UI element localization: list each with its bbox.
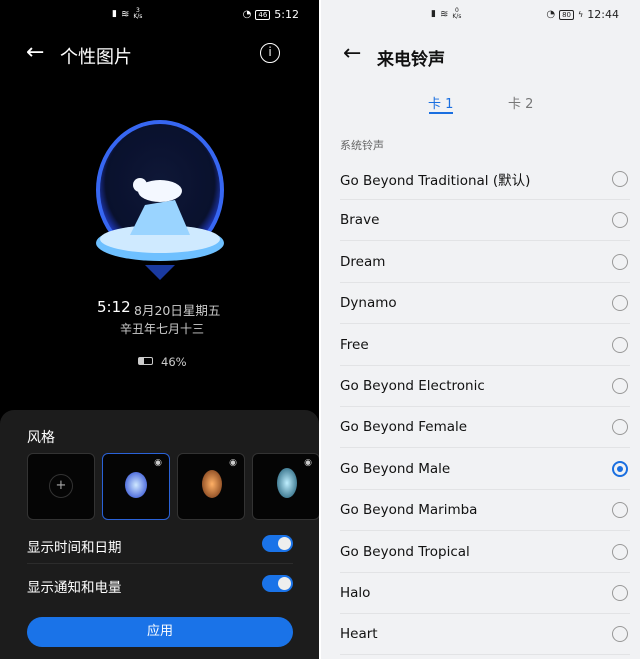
ringtone-item[interactable]: Go Beyond Marimba bbox=[340, 490, 630, 532]
charging-icon: ϟ bbox=[578, 10, 584, 19]
wifi-icon: ≋ bbox=[120, 8, 130, 20]
toggle-label-time-date: 显示时间和日期 bbox=[27, 540, 122, 556]
tab-sim-2[interactable]: 卡 2 bbox=[508, 93, 533, 112]
ringtone-item[interactable]: Go Beyond Electronic bbox=[340, 366, 630, 407]
ringtone-label: Brave bbox=[340, 212, 380, 229]
toggle-label-notification-battery: 显示通知和电量 bbox=[27, 580, 122, 596]
bluetooth-icon: ▮ bbox=[112, 9, 117, 19]
ringtone-item[interactable]: Go Beyond Tropical bbox=[340, 532, 630, 573]
preview-lunar-date: 辛丑年七月十三 bbox=[120, 322, 205, 336]
preview-battery-icon bbox=[138, 357, 153, 365]
plus-icon: + bbox=[49, 474, 73, 498]
ringtone-label: Go Beyond Traditional (默认) bbox=[340, 173, 531, 189]
page-title: 来电铃声 bbox=[377, 50, 445, 70]
style-label: 风格 bbox=[27, 430, 55, 446]
ringtone-item[interactable]: Halo bbox=[340, 573, 630, 614]
toggle-time-date[interactable] bbox=[262, 535, 293, 552]
status-right: ◔ 80 ϟ 12:44 bbox=[546, 8, 619, 21]
ringtone-item[interactable]: Free bbox=[340, 325, 630, 366]
ringtone-item[interactable]: Dynamo bbox=[340, 283, 630, 325]
ringtone-label: Heart bbox=[340, 626, 378, 643]
ringtone-label: Free bbox=[340, 336, 369, 353]
jellyfish-thumbnail bbox=[277, 468, 297, 498]
tab-sim-1[interactable]: 卡 1 bbox=[428, 93, 453, 112]
style-option-add[interactable]: + bbox=[27, 453, 95, 520]
page-title: 个性图片 bbox=[60, 47, 132, 68]
net-speed-unit: K/s bbox=[452, 13, 462, 20]
battery-icon: 46 bbox=[255, 9, 271, 20]
toggle-notification-battery[interactable] bbox=[262, 575, 293, 592]
battery-icon: 80 bbox=[559, 9, 575, 20]
preview-icon[interactable]: ◉ bbox=[304, 458, 312, 468]
wifi-icon: ≋ bbox=[439, 8, 449, 20]
radio-button[interactable] bbox=[612, 171, 628, 187]
status-icons-left: ▮ ≋ 0 K/s bbox=[431, 8, 461, 20]
preview-date: 8月20日星期五 bbox=[134, 303, 221, 318]
radio-button[interactable] bbox=[612, 253, 628, 270]
radio-button[interactable] bbox=[612, 212, 628, 229]
radio-button[interactable] bbox=[612, 336, 628, 353]
polar-bear-thumbnail bbox=[125, 472, 147, 498]
apply-button[interactable]: 应用 bbox=[27, 617, 293, 647]
ringtone-label: Go Beyond Female bbox=[340, 419, 468, 436]
status-icons-left: ▮ ≋ 3 K/s bbox=[112, 8, 142, 20]
radio-button[interactable] bbox=[612, 543, 628, 560]
preview-time: 5:12 bbox=[97, 298, 131, 316]
ringtone-item[interactable]: Go Beyond Traditional (默认) bbox=[340, 159, 630, 200]
speedometer-icon: ◔ bbox=[546, 9, 556, 20]
status-right: ◔ 46 5:12 bbox=[243, 8, 299, 21]
ringtone-label: Dynamo bbox=[340, 295, 397, 312]
section-header: 系统铃声 bbox=[340, 139, 384, 152]
ringtone-item[interactable]: Brave bbox=[340, 200, 630, 242]
tab-indicator bbox=[429, 112, 453, 114]
ringtone-item[interactable]: Go Beyond Female bbox=[340, 407, 630, 449]
net-speed-unit: K/s bbox=[133, 13, 143, 20]
ringtone-label: Go Beyond Marimba bbox=[340, 502, 478, 519]
radio-button[interactable] bbox=[612, 419, 628, 436]
ringtone-item[interactable]: Go Beyond Male bbox=[340, 449, 630, 490]
bluetooth-icon: ▮ bbox=[431, 9, 436, 19]
info-icon[interactable]: i bbox=[260, 43, 280, 63]
style-option-polar-bear[interactable]: ◉ bbox=[102, 453, 170, 520]
polar-bear-illustration bbox=[96, 120, 224, 280]
radio-button[interactable] bbox=[612, 295, 628, 312]
preview-battery-percent: 46% bbox=[161, 355, 187, 369]
ringtone-label: Dream bbox=[340, 253, 386, 270]
ringtone-label: Halo bbox=[340, 585, 371, 601]
fire-thumbnail bbox=[202, 470, 222, 498]
back-arrow-icon[interactable]: ← bbox=[343, 41, 361, 66]
preview-icon[interactable]: ◉ bbox=[154, 458, 162, 468]
ringtone-label: Go Beyond Tropical bbox=[340, 543, 470, 560]
style-option-fire[interactable]: ◉ bbox=[177, 453, 245, 520]
ringtone-label: Go Beyond Electronic bbox=[340, 378, 485, 394]
divider bbox=[27, 563, 293, 564]
ringtone-screen: ▮ ≋ 0 K/s ◔ 80 ϟ 12:44 ← 来电铃声 卡 1 卡 2 系统铃… bbox=[321, 0, 640, 659]
ringtone-item[interactable]: Heart bbox=[340, 614, 630, 656]
back-arrow-icon[interactable]: ← bbox=[26, 40, 44, 65]
clock: 5:12 bbox=[274, 8, 299, 21]
radio-button[interactable] bbox=[612, 378, 628, 394]
radio-button[interactable] bbox=[612, 502, 628, 519]
radio-button[interactable] bbox=[612, 460, 628, 477]
ringtone-label: Go Beyond Male bbox=[340, 460, 451, 477]
clock: 12:44 bbox=[587, 8, 619, 21]
style-option-jellyfish[interactable]: ◉ bbox=[252, 453, 319, 520]
radio-button[interactable] bbox=[612, 626, 628, 643]
speedometer-icon: ◔ bbox=[242, 9, 252, 20]
radio-button[interactable] bbox=[612, 585, 628, 601]
preview-icon[interactable]: ◉ bbox=[229, 458, 237, 468]
wallpaper-screen: ▮ ≋ 3 K/s ◔ 46 5:12 ← 个性图片 i 5:12 8月20日星期… bbox=[0, 0, 319, 659]
ringtone-item[interactable]: Dream bbox=[340, 242, 630, 283]
